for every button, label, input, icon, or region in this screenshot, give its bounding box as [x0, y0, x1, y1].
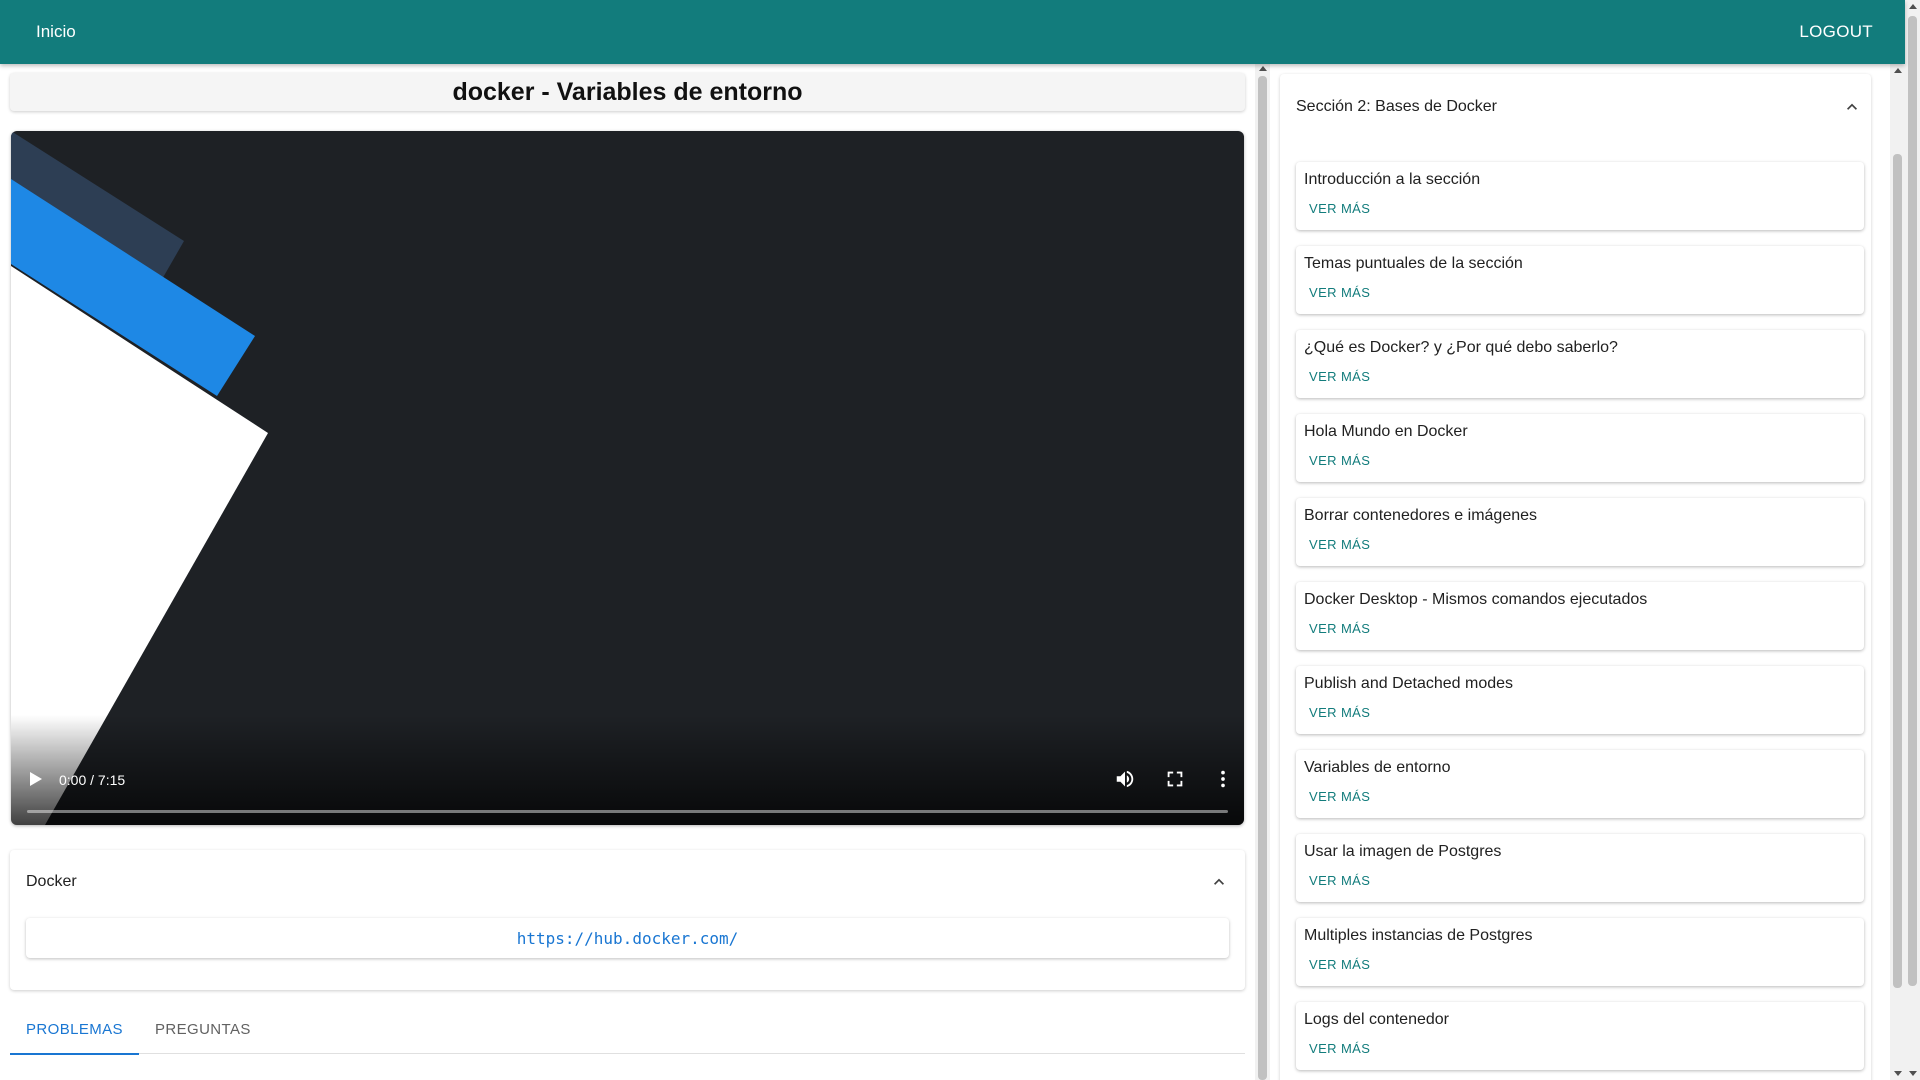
- resources-accordion-header[interactable]: Docker: [26, 870, 1229, 894]
- lesson-card-title: Introducción a la sección: [1304, 171, 1481, 188]
- ver-mas-button[interactable]: VER MÁS: [1304, 870, 1375, 891]
- resources-accordion: Docker https://hub.docker.com/: [10, 850, 1245, 990]
- lesson-card-title: Borrar contenedores e imágenes: [1304, 507, 1538, 524]
- lesson-card: Multiples instancias de Postgres VER MÁS: [1296, 918, 1864, 986]
- ver-mas-button[interactable]: VER MÁS: [1304, 282, 1375, 303]
- lesson-card-title: Usar la imagen de Postgres: [1304, 843, 1502, 860]
- scrollbar-thumb[interactable]: [1258, 76, 1267, 1080]
- video-controls: 0:00 / 7:15: [11, 755, 1244, 825]
- scroll-down-arrow-icon[interactable]: [1909, 1071, 1917, 1076]
- lesson-card: Publish and Detached modes VER MÁS: [1296, 666, 1864, 734]
- ver-mas-button[interactable]: VER MÁS: [1304, 366, 1375, 387]
- lesson-card: Logs del contenedor VER MÁS: [1296, 1002, 1864, 1070]
- scroll-down-arrow-icon[interactable]: [1894, 1071, 1902, 1076]
- lesson-card: Temas puntuales de la sección VER MÁS: [1296, 246, 1864, 314]
- lesson-title-card: docker - Variables de entorno: [10, 73, 1245, 111]
- fullscreen-icon[interactable]: [1164, 768, 1186, 790]
- lesson-card: Variables de entorno VER MÁS: [1296, 750, 1864, 818]
- video-player[interactable]: 0:00 / 7:15: [11, 131, 1244, 825]
- lesson-card-title: Temas puntuales de la sección: [1304, 255, 1523, 272]
- ver-mas-button[interactable]: VER MÁS: [1304, 954, 1375, 975]
- video-time: 0:00 / 7:15: [59, 772, 126, 788]
- ver-mas-button[interactable]: VER MÁS: [1304, 786, 1375, 807]
- logout-button[interactable]: LOGOUT: [1799, 22, 1873, 42]
- tab-preguntas[interactable]: PREGUNTAS: [139, 1004, 267, 1054]
- tab-problemas[interactable]: PROBLEMAS: [10, 1004, 139, 1055]
- scrollbar-thumb[interactable]: [1893, 154, 1902, 988]
- ver-mas-button[interactable]: VER MÁS: [1304, 198, 1375, 219]
- ver-mas-button[interactable]: VER MÁS: [1304, 450, 1375, 471]
- chevron-up-icon: [1847, 103, 1857, 110]
- play-icon[interactable]: [25, 769, 45, 789]
- lesson-list: Introducción a la sección VER MÁS Temas pu…: [1296, 162, 1864, 1080]
- lesson-card: Usar la imagen de Postgres VER MÁS: [1296, 834, 1864, 902]
- lesson-card: ¿Qué es Docker? y ¿Por qué debo saberlo?…: [1296, 330, 1864, 398]
- ver-mas-button[interactable]: VER MÁS: [1304, 1038, 1375, 1059]
- scroll-up-arrow-icon[interactable]: [1894, 68, 1902, 73]
- lesson-scrollbar[interactable]: [1255, 64, 1270, 1080]
- lesson-card-title: Publish and Detached modes: [1304, 675, 1514, 692]
- lesson-title: docker - Variables de entorno: [452, 77, 803, 106]
- section-accordion: Sección 2: Bases de Docker Introducción …: [1280, 74, 1871, 1080]
- scroll-up-arrow-icon[interactable]: [1909, 4, 1917, 9]
- section-title: Sección 2: Bases de Docker: [1296, 98, 1497, 115]
- volume-icon[interactable]: [1114, 768, 1136, 790]
- lesson-card-title: Hola Mundo en Docker: [1304, 423, 1468, 440]
- lesson-card-title: Multiples instancias de Postgres: [1304, 927, 1533, 944]
- resources-heading: Docker: [26, 873, 77, 890]
- video-progress-bar[interactable]: [27, 810, 1228, 813]
- ver-mas-button[interactable]: VER MÁS: [1304, 702, 1375, 723]
- lesson-card-title: Variables de entorno: [1304, 759, 1451, 776]
- page-scrollbar[interactable]: [1905, 0, 1920, 1080]
- scrollbar-thumb[interactable]: [1908, 16, 1917, 986]
- sidebar-scrollbar[interactable]: [1890, 64, 1905, 1080]
- lesson-card-title: Docker Desktop - Mismos comandos ejecuta…: [1304, 591, 1648, 608]
- section-accordion-header[interactable]: Sección 2: Bases de Docker: [1296, 94, 1862, 120]
- scroll-up-arrow-icon[interactable]: [1259, 66, 1267, 71]
- lesson-card: Hola Mundo en Docker VER MÁS: [1296, 414, 1864, 482]
- chevron-up-icon: [1214, 878, 1224, 885]
- lesson-card-title: ¿Qué es Docker? y ¿Por qué debo saberlo?: [1304, 339, 1618, 356]
- section-sidebar: Sección 2: Bases de Docker Introducción …: [1270, 64, 1890, 1080]
- lesson-card: Docker Desktop - Mismos comandos ejecuta…: [1296, 582, 1864, 650]
- resource-link-card: https://hub.docker.com/: [26, 918, 1229, 958]
- home-button[interactable]: Inicio: [36, 22, 76, 42]
- ver-mas-button[interactable]: VER MÁS: [1304, 534, 1375, 555]
- app-bar: Inicio LOGOUT: [0, 0, 1905, 64]
- lesson-tabs: PROBLEMAS PREGUNTAS: [10, 1004, 1245, 1055]
- lesson-card: Borrar contenedores e imágenes VER MÁS: [1296, 498, 1864, 566]
- resource-link[interactable]: https://hub.docker.com/: [517, 929, 739, 948]
- lesson-card: Introducción a la sección VER MÁS: [1296, 162, 1864, 230]
- lesson-card-title: Logs del contenedor: [1304, 1011, 1449, 1028]
- more-options-icon[interactable]: [1212, 768, 1234, 790]
- ver-mas-button[interactable]: VER MÁS: [1304, 618, 1375, 639]
- lesson-main: docker - Variables de entorno 0:00 / 7:1…: [0, 64, 1255, 1080]
